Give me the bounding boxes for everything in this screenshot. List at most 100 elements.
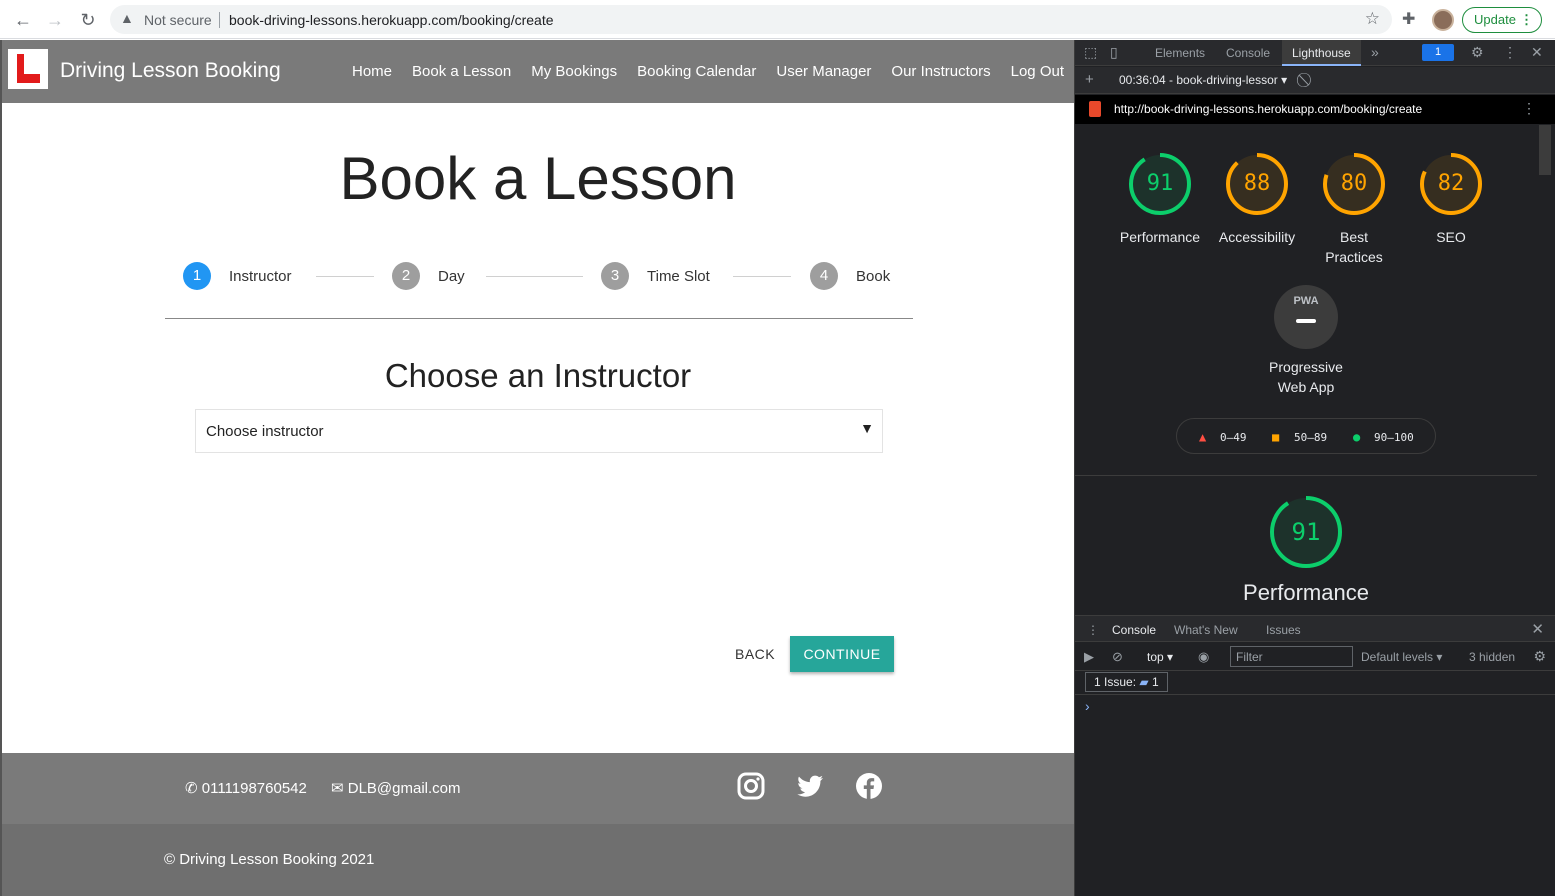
page-title: Book a Lesson: [339, 145, 737, 212]
tab-console[interactable]: Console: [1226, 46, 1270, 60]
phone-number: 0111198760542: [201, 780, 307, 797]
issues-badge[interactable]: 1: [1422, 44, 1454, 61]
score-legend: ▲ 0–49 ■ 50–89 ● 90–100: [1176, 418, 1436, 454]
report-menu-icon[interactable]: ⋮: [1522, 100, 1536, 117]
device-toolbar-icon[interactable]: ▯: [1110, 44, 1118, 61]
nav-home[interactable]: Home: [352, 63, 392, 80]
fail-triangle-icon: ▲: [1199, 430, 1207, 444]
section-divider: [1075, 475, 1537, 476]
phone-contact: ✆ 0111198760542: [185, 779, 307, 797]
report-selector[interactable]: 00:36:04 - book-driving-lessor ▾: [1119, 73, 1287, 87]
nav-my-bookings[interactable]: My Bookings: [531, 63, 617, 80]
performance-big-score: 91: [1291, 518, 1321, 546]
tab-lighthouse[interactable]: Lighthouse: [1282, 40, 1361, 66]
drawer-tab-whats-new[interactable]: What's New: [1174, 623, 1238, 637]
reload-icon[interactable]: ↻: [77, 9, 99, 31]
best-practices-score: 80: [1340, 171, 1368, 196]
nav-user-manager[interactable]: User Manager: [776, 63, 871, 80]
nav-links: Home Book a Lesson My Bookings Booking C…: [352, 63, 1064, 80]
step-connector: [486, 276, 583, 277]
lighthouse-icon: [1089, 101, 1101, 117]
step-1-number: 1: [183, 262, 211, 290]
facebook-icon[interactable]: [855, 772, 883, 800]
step-4-label: Book: [856, 268, 891, 285]
hidden-count: 3 hidden: [1469, 650, 1516, 664]
issue-message-icon: ▰: [1139, 675, 1149, 689]
legend-average: 50–89: [1294, 431, 1328, 444]
legend-fail: 0–49: [1220, 431, 1247, 444]
nav-book-lesson[interactable]: Book a Lesson: [412, 63, 511, 80]
devtools-panel: ⬚ ▯ Elements Console Lighthouse » 1 ⚙ ⋮ …: [1074, 40, 1555, 896]
website-viewport: Driving Lesson Booking Home Book a Lesso…: [0, 40, 1074, 896]
more-icon: ⋮: [1520, 12, 1533, 27]
console-settings-icon[interactable]: ⚙: [1533, 648, 1546, 665]
new-report-icon[interactable]: +: [1085, 71, 1094, 88]
profile-avatar[interactable]: [1432, 9, 1454, 31]
nav-our-instructors[interactable]: Our Instructors: [891, 63, 990, 80]
envelope-icon: ✉: [331, 780, 344, 797]
step-3-number: 3: [601, 262, 629, 290]
continue-button[interactable]: CONTINUE: [790, 636, 894, 672]
footer-copyright: © Driving Lesson Booking 2021: [2, 824, 1074, 896]
clear-console-icon[interactable]: ⊘: [1112, 649, 1123, 665]
accessibility-label: Accessibility: [1218, 229, 1296, 245]
nav-log-out[interactable]: Log Out: [1011, 63, 1064, 80]
context-value: top: [1147, 650, 1164, 664]
lighthouse-toolbar: + 00:36:04 - book-driving-lessor ▾ ⃠: [1075, 67, 1555, 94]
report-url-bar: http://book-driving-lessons.herokuapp.co…: [1075, 95, 1555, 124]
step-connector: [733, 276, 791, 277]
tab-elements[interactable]: Elements: [1155, 46, 1205, 60]
instagram-icon[interactable]: [737, 772, 765, 800]
address-bar[interactable]: ▲ Not secure book-driving-lessons.heroku…: [110, 5, 1392, 34]
drawer-tab-console[interactable]: Console: [1112, 623, 1156, 637]
pass-circle-icon: ●: [1353, 430, 1361, 444]
close-icon[interactable]: ✕: [1531, 44, 1543, 61]
drawer-menu-icon[interactable]: ⋮: [1087, 623, 1099, 637]
console-prompt-icon[interactable]: ›: [1085, 698, 1090, 714]
gear-icon[interactable]: ⚙: [1471, 44, 1484, 61]
close-drawer-icon[interactable]: ✕: [1531, 620, 1544, 638]
url-text[interactable]: book-driving-lessons.herokuapp.com/booki…: [229, 12, 554, 28]
console-filter-input[interactable]: Filter: [1230, 646, 1353, 667]
best-practices-label: Best Practices: [1325, 229, 1383, 265]
stepper-divider: [165, 318, 913, 319]
log-levels-dropdown[interactable]: Default levels ▾: [1361, 650, 1442, 664]
back-arrow-icon[interactable]: ←: [12, 9, 34, 31]
pwa-badge[interactable]: PWA: [1274, 285, 1338, 349]
issues-pill[interactable]: 1 Issue: ▰ 1: [1085, 672, 1168, 692]
issue-text: 1 Issue:: [1094, 675, 1137, 689]
issue-count: 1: [1151, 675, 1159, 689]
context-selector[interactable]: top ▾: [1147, 650, 1173, 664]
back-button[interactable]: BACK: [735, 646, 775, 662]
inspect-element-icon[interactable]: ⬚: [1084, 44, 1097, 61]
pwa-badge-text: PWA: [1293, 295, 1319, 307]
eye-icon[interactable]: ◉: [1198, 649, 1209, 665]
more-tabs-icon[interactable]: »: [1371, 44, 1379, 60]
step-4-number: 4: [810, 262, 838, 290]
warning-icon: ▲: [120, 10, 134, 26]
site-brand[interactable]: Driving Lesson Booking: [60, 59, 281, 83]
instructor-select-value: Choose instructor: [206, 423, 324, 440]
phone-icon: ✆: [185, 780, 198, 797]
twitter-icon[interactable]: [796, 772, 824, 800]
accessibility-score: 88: [1243, 171, 1271, 196]
sidebar-toggle-icon[interactable]: ▶: [1084, 649, 1094, 665]
bookmark-star-icon[interactable]: ☆: [1365, 9, 1380, 29]
browser-toolbar: ← → ↻ ▲ Not secure book-driving-lessons.…: [0, 0, 1555, 39]
drawer-tab-issues[interactable]: Issues: [1266, 623, 1301, 637]
learner-plate-logo[interactable]: [8, 49, 48, 89]
lighthouse-scrollbar[interactable]: [1538, 125, 1552, 615]
pwa-dash-icon: [1296, 319, 1316, 323]
section-title: Choose an Instructor: [384, 357, 692, 394]
extensions-icon[interactable]: ✚: [1402, 9, 1415, 29]
seo-label: SEO: [1436, 229, 1466, 245]
nav-booking-calendar[interactable]: Booking Calendar: [637, 63, 756, 80]
step-3-label: Time Slot: [647, 268, 710, 285]
instructor-select[interactable]: Choose instructor ▼: [195, 409, 883, 453]
performance-label: Performance: [1119, 229, 1201, 245]
update-button[interactable]: Update ⋮: [1462, 7, 1542, 33]
drawer-tabbar: ⋮ Console What's New Issues ✕: [1075, 615, 1555, 642]
forward-arrow-icon[interactable]: →: [44, 9, 66, 31]
step-2-label: Day: [438, 268, 465, 285]
more-menu-icon[interactable]: ⋮: [1503, 44, 1517, 61]
